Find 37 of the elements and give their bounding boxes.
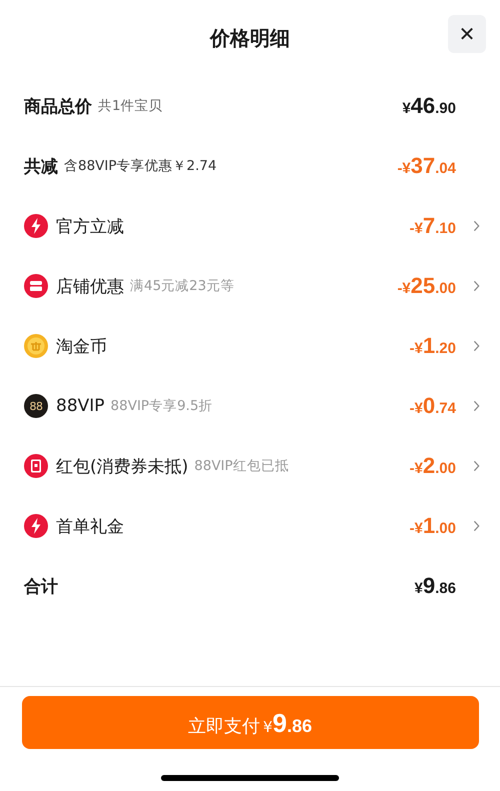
row-note: 88VIP红包已抵	[194, 457, 289, 475]
chevron-right-icon[interactable]	[473, 220, 480, 232]
amount: -¥1.20	[410, 333, 456, 359]
chevron-right-icon[interactable]	[473, 460, 480, 472]
row-label: 88VIP	[56, 396, 105, 416]
store-icon	[24, 274, 48, 298]
row-label: 店铺优惠	[56, 276, 124, 298]
row-note: 含88VIP专享优惠￥2.74	[64, 157, 217, 175]
row-note: 88VIP专享9.5折	[110, 397, 213, 415]
lightning-icon	[24, 514, 48, 538]
row-label: 淘金币	[56, 336, 107, 358]
vip-badge-icon: 88	[24, 394, 48, 418]
close-button[interactable]: ✕	[448, 15, 486, 53]
amount: -¥0.74	[410, 393, 456, 419]
row-note: 满45元减23元等	[130, 277, 234, 295]
chevron-right-icon[interactable]	[473, 520, 480, 532]
row-note: 共1件宝贝	[98, 97, 163, 115]
sheet-title: 价格明细	[210, 24, 290, 52]
row-label: 合计	[24, 576, 58, 598]
amount: -¥37.04	[397, 153, 456, 179]
row-label: 商品总价	[24, 96, 92, 118]
chevron-right-icon[interactable]	[473, 340, 480, 352]
lightning-icon	[24, 214, 48, 238]
row-label: 首单礼金	[56, 516, 124, 538]
chevron-right-icon[interactable]	[473, 400, 480, 412]
envelope-icon	[24, 454, 48, 478]
row-label: 官方立减	[56, 216, 124, 238]
amount: -¥7.10	[410, 213, 456, 239]
chevron-right-icon[interactable]	[473, 280, 480, 292]
row-label: 共减	[24, 156, 58, 178]
amount: ¥46.90	[402, 93, 456, 119]
row-label: 红包(消费券未抵)	[56, 456, 188, 478]
amount: -¥2.00	[410, 453, 456, 479]
amount: ¥9.86	[414, 573, 456, 599]
amount: -¥25.00	[397, 273, 456, 299]
amount: -¥1.00	[410, 513, 456, 539]
coin-icon	[24, 334, 48, 358]
